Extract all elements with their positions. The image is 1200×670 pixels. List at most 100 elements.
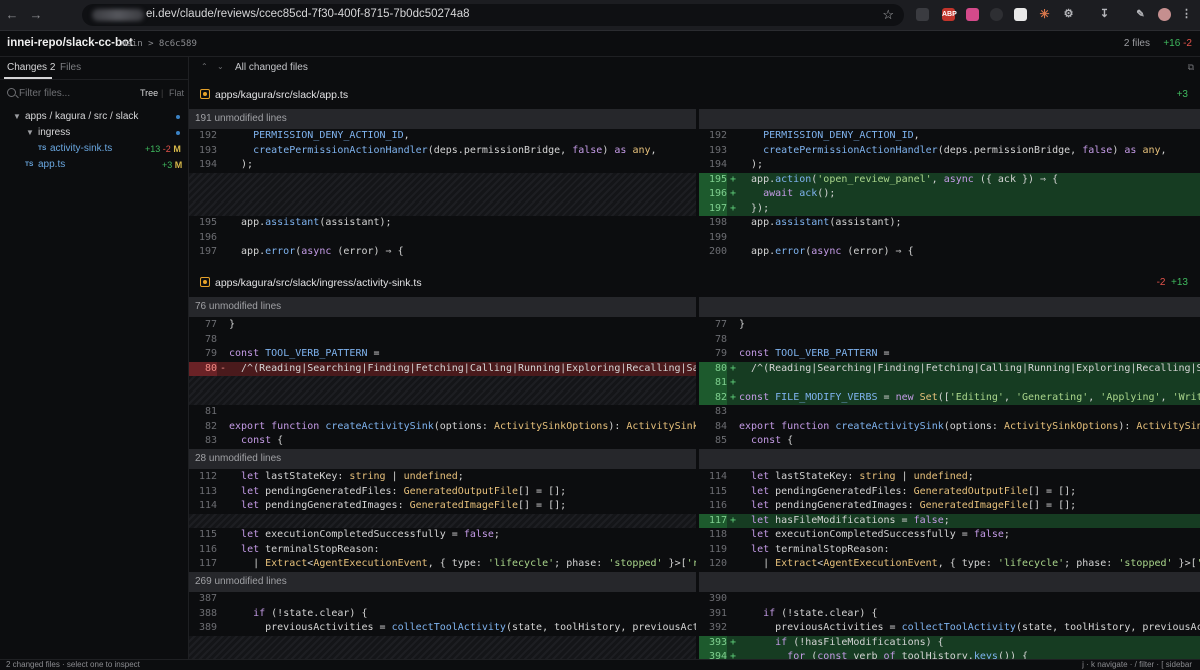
diff-line: 114 let lastStateKey: string | undefined… — [708, 471, 974, 482]
diff-line: 79 const TOOL_VERB_PATTERN = — [714, 348, 890, 359]
diff-line: 84 export function createActivitySink(op… — [714, 420, 1200, 432]
tree-file-activity-sink[interactable]: TS activity-sink.ts +13 -2 M — [0, 142, 188, 157]
edit-icon[interactable]: ✎ — [1134, 8, 1147, 21]
diff-line: 81 — [204, 406, 217, 417]
expand-chevron-icon[interactable]: ⌄ — [217, 62, 224, 71]
compass-icon[interactable] — [990, 8, 1003, 21]
right-pane-hunk2: 77 } 78 79 const TOOL_VERB_PATTERN = 80 +… — [699, 318, 1200, 449]
diff-line: 198 app.assistant(assistant); — [708, 217, 902, 228]
diff-filler — [189, 187, 696, 202]
sidebar-tabs: Changes 2 Files — [0, 57, 188, 80]
sidebar: Changes 2 Files Filter files... Tree | F… — [0, 57, 189, 659]
copy-icon[interactable]: ⧉ — [1188, 62, 1194, 73]
tree-file-name: activity-sink.ts — [50, 143, 113, 154]
branch-label: main > 8c6c589 — [121, 39, 197, 49]
file-status: M — [174, 160, 183, 170]
address-bar[interactable]: ei.dev/claude/reviews/ccec85cd-7f30-400f… — [82, 4, 904, 26]
diff-line: 116 let terminalStopReason: — [198, 543, 380, 555]
puzzle-pink-icon[interactable] — [966, 8, 979, 21]
tree-file-app[interactable]: TS app.ts +3 M — [0, 158, 188, 173]
browser-toolbar: ← → ei.dev/claude/reviews/ccec85cd-7f30-… — [0, 0, 1200, 31]
diff-toolbar: ⌃ ⌄ All changed files ⧉ — [189, 57, 1200, 80]
tree-subdir-label: ingress — [38, 127, 71, 138]
diff-filler — [189, 513, 696, 528]
status-shortcuts: j · k navigate · / filter · [ sidebar — [1082, 660, 1192, 669]
tree-view-toggle[interactable]: Tree — [140, 88, 158, 98]
header-stats: +16 -2 — [1163, 38, 1192, 49]
diff-line: 112 let lastStateKey: string | undefined… — [198, 471, 464, 482]
diff-line: 113 let pendingGeneratedFiles: Generated… — [198, 485, 567, 497]
diff-line: 83 — [714, 406, 727, 417]
unmodified-lines-expander[interactable]: 76 unmodified lines — [189, 297, 1200, 317]
split-divider — [696, 572, 699, 592]
bookmark-star-icon[interactable]: ☆ — [882, 7, 894, 23]
menu-kebab-icon[interactable]: ⋮ — [1180, 8, 1193, 21]
search-icon — [7, 88, 16, 97]
url-text: ei.dev/claude/reviews/ccec85cd-7f30-400f… — [146, 8, 470, 20]
tree-file-stats: +13 -2 M — [145, 144, 181, 154]
download-icon[interactable]: ↧ — [1098, 8, 1111, 21]
filter-row: Filter files... Tree | Flat — [0, 84, 188, 104]
diff-line-added: 393 + if (!hasFileModifications) { — [699, 635, 1200, 650]
tree-dir-slack[interactable]: ▼ apps / kagura / src / slack — [0, 110, 188, 125]
collapse-chevron-icon[interactable]: ⌃ — [201, 62, 208, 71]
file-additions: +3 — [162, 160, 173, 170]
file-deletions: -2 — [162, 144, 171, 154]
modified-dot-icon — [176, 115, 180, 119]
file-additions: +3 — [1176, 89, 1188, 100]
diff-line: 115 let executionCompletedSuccessfully =… — [198, 529, 500, 540]
diff-filler — [189, 650, 696, 659]
typescript-file-icon: TS — [38, 145, 47, 152]
all-changed-files-label: All changed files — [235, 62, 308, 73]
modified-dot-icon — [176, 131, 180, 135]
file-header-activity-sink[interactable]: apps/kagura/src/slack/ingress/activity-s… — [189, 267, 1200, 297]
flat-view-toggle[interactable]: Flat — [169, 88, 184, 98]
diff-line: 194 ); — [708, 159, 764, 170]
media-icon[interactable] — [916, 8, 929, 21]
left-pane-hunk4: 387 388 if (!state.clear) { 389 previous… — [189, 592, 696, 659]
diff-line: 118 let executionCompletedSuccessfully =… — [708, 529, 1010, 540]
file-additions: +13 — [145, 144, 161, 154]
unmodified-lines-expander[interactable]: 269 unmodified lines — [189, 572, 1200, 592]
file-status: M — [173, 144, 181, 154]
file-header-app[interactable]: apps/kagura/src/slack/app.ts +3 — [189, 79, 1200, 109]
tab-changes[interactable]: Changes 2 — [7, 62, 55, 73]
typescript-file-icon: TS — [25, 161, 34, 168]
back-arrow-icon[interactable]: ← — [4, 7, 20, 23]
diff-filler — [189, 172, 696, 187]
unmodified-lines-expander[interactable]: 28 unmodified lines — [189, 449, 1200, 469]
diff-line: 194 ); — [198, 159, 254, 170]
repo-name[interactable]: innei-repo/slack-cc-bot — [7, 37, 133, 49]
diff-line: 193 createPermissionActionHandler(deps.p… — [708, 144, 1167, 156]
profile-avatar[interactable] — [1158, 8, 1171, 21]
diff-line-added: 82 + const FILE_MODIFY_VERBS = new Set(['E… — [699, 390, 1200, 405]
filter-files-input[interactable]: Filter files... — [19, 88, 70, 99]
split-divider — [696, 297, 699, 317]
tab-files[interactable]: Files — [60, 62, 81, 73]
status-left: 2 changed files · select one to inspect — [6, 660, 140, 669]
diff-line: 392 previousActivities = collectToolActi… — [708, 622, 1200, 633]
unmodified-lines-label: 269 unmodified lines — [195, 576, 287, 587]
left-pane-hunk2: 77 } 78 79 const TOOL_VERB_PATTERN = 80-… — [189, 318, 696, 449]
chevron-down-icon: ▼ — [13, 112, 21, 121]
app-header: innei-repo/slack-cc-bot main > 8c6c589 2… — [0, 31, 1200, 57]
unmodified-lines-expander[interactable]: 191 unmodified lines — [189, 109, 1200, 129]
diff-line: 391 if (!state.clear) { — [708, 607, 878, 619]
diff-line: 192 PERMISSION_DENY_ACTION_ID, — [198, 130, 410, 141]
tree-dir-label: apps / kagura / src / slack — [25, 111, 139, 122]
diff-line-added: 117 + let hasFileModifications = false; — [699, 513, 1200, 528]
blurred-url-prefix — [92, 9, 144, 21]
diff-line: 116 let pendingGeneratedImages: Generate… — [708, 500, 1077, 511]
diff-line: 77 } — [714, 319, 746, 330]
claude-icon[interactable]: ✳ — [1038, 8, 1051, 21]
tree-dir-ingress[interactable]: ▼ ingress — [0, 126, 188, 141]
extensions-icon[interactable]: ⚙ — [1062, 8, 1075, 21]
forward-arrow-icon[interactable]: → — [28, 7, 44, 23]
diff-line-added: 195 + app.action('open_review_panel', asy… — [699, 172, 1200, 187]
notion-icon[interactable] — [1014, 8, 1027, 21]
diff-line: 78 — [204, 333, 217, 345]
diff-line: 78 — [714, 333, 727, 345]
abp-icon[interactable]: ABP — [942, 8, 957, 21]
left-pane-hunk3: 112 let lastStateKey: string | undefined… — [189, 470, 696, 572]
chevron-down-icon: ▼ — [26, 128, 34, 137]
